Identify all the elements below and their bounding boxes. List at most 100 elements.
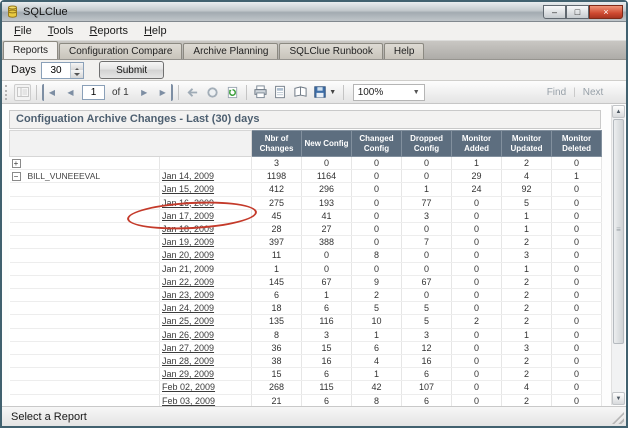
cell-value: 107 [402, 381, 452, 394]
scroll-down-icon[interactable]: ▼ [612, 392, 625, 405]
cell-value: 0 [352, 183, 402, 196]
menu-help[interactable]: Help [136, 23, 175, 39]
cell-value: 24 [452, 183, 502, 196]
page-setup-icon[interactable] [292, 84, 309, 101]
cell-value: 0 [552, 209, 602, 222]
export-dropdown-arrow-icon[interactable]: ▼ [329, 89, 336, 96]
date-link[interactable]: Jan 19, 2009 [162, 237, 214, 247]
server-name [26, 341, 160, 354]
tab-configuration-compare[interactable]: Configuration Compare [59, 43, 182, 59]
document-map-icon[interactable] [14, 84, 31, 101]
date-link[interactable]: Jan 29, 2009 [162, 369, 214, 379]
cell-value: 11 [252, 249, 302, 262]
tab-reports[interactable]: Reports [3, 41, 58, 59]
cell-value: 0 [452, 341, 502, 354]
find-link[interactable]: Find [543, 87, 570, 98]
table-row: Jan 26, 20098313010 [10, 328, 602, 341]
cell-value: 0 [402, 289, 452, 302]
cell-value: 0 [552, 315, 602, 328]
date-cell: Jan 18, 2009 [160, 223, 252, 236]
days-input[interactable] [42, 63, 70, 78]
submit-button[interactable]: Submit [99, 61, 164, 79]
date-link[interactable]: Jan 16, 2009 [162, 198, 214, 208]
menu-reports[interactable]: Reports [81, 23, 136, 39]
report-table: Nbr of ChangesNew ConfigChanged ConfigDr… [9, 130, 602, 406]
table-row: −BILL_VUNEEEVALJan 14, 20091198116400294… [10, 170, 602, 183]
cell-value: 77 [402, 196, 452, 209]
date-link[interactable]: Jan 26, 2009 [162, 330, 214, 340]
first-page-button[interactable]: ◀ [42, 84, 59, 101]
scroll-up-icon[interactable]: ▲ [612, 105, 625, 118]
next-link[interactable]: Next [579, 87, 608, 98]
scrollbar-thumb[interactable] [613, 119, 624, 344]
print-icon[interactable] [252, 84, 269, 101]
cell-value: 9 [352, 275, 402, 288]
date-link[interactable]: Feb 02, 2009 [162, 382, 215, 392]
server-name [26, 289, 160, 302]
cell-value: 145 [252, 275, 302, 288]
database-icon [7, 5, 18, 18]
export-save-icon[interactable]: ▼ [312, 84, 338, 101]
date-link[interactable]: Jan 15, 2009 [162, 184, 214, 194]
page-number-input[interactable] [82, 85, 105, 100]
back-button[interactable] [184, 84, 201, 101]
cell-value: 2 [452, 315, 502, 328]
cell-value: 3 [302, 328, 352, 341]
cell-value: 8 [352, 394, 402, 406]
collapse-icon[interactable]: − [12, 172, 21, 181]
next-page-button[interactable]: ▶ [136, 84, 153, 101]
expand-cell [10, 381, 26, 394]
page-count-label: of 1 [112, 87, 129, 98]
refresh-icon[interactable] [224, 84, 241, 101]
resize-grip-icon[interactable] [612, 412, 624, 424]
tab-help[interactable]: Help [384, 43, 425, 59]
spinner-down-icon[interactable] [71, 70, 83, 78]
cell-value: 1164 [302, 170, 352, 183]
cell-value: 2 [502, 157, 552, 170]
date-link[interactable]: Jan 18, 2009 [162, 224, 214, 234]
date-link[interactable]: Jan 23, 2009 [162, 290, 214, 300]
date-link[interactable]: Jan 17, 2009 [162, 211, 214, 221]
expand-icon[interactable]: + [12, 159, 21, 168]
date-link[interactable]: Jan 22, 2009 [162, 277, 214, 287]
vertical-scrollbar[interactable]: ▲ ▼ [611, 105, 625, 405]
cell-value: 0 [452, 275, 502, 288]
tab-sqlclue-runbook[interactable]: SQLClue Runbook [279, 43, 382, 59]
menu-file[interactable]: File [6, 23, 40, 39]
close-button[interactable]: × [589, 5, 623, 19]
find-input[interactable] [468, 85, 540, 100]
print-layout-icon[interactable] [272, 84, 289, 101]
previous-page-button[interactable]: ◀ [62, 84, 79, 101]
cell-value: 41 [302, 209, 352, 222]
minimize-button[interactable]: – [543, 5, 566, 19]
date-link[interactable]: Jan 25, 2009 [162, 316, 214, 326]
cell-value: 1198 [252, 170, 302, 183]
server-name [26, 394, 160, 406]
expand-cell [10, 341, 26, 354]
cell-value: 0 [302, 157, 352, 170]
date-link[interactable]: Jan 20, 2009 [162, 250, 214, 260]
cell-value: 0 [402, 223, 452, 236]
maximize-button[interactable]: □ [566, 5, 589, 19]
menu-tools[interactable]: Tools [40, 23, 82, 39]
zoom-select[interactable]: 100% ▼ [353, 84, 425, 101]
cell-value: 4 [502, 381, 552, 394]
table-header-row: Nbr of ChangesNew ConfigChanged ConfigDr… [10, 131, 602, 157]
cell-value: 16 [402, 355, 452, 368]
tab-archive-planning[interactable]: Archive Planning [183, 43, 278, 59]
cell-value: 6 [352, 341, 402, 354]
date-cell: Jan 25, 2009 [160, 315, 252, 328]
cell-value: 0 [402, 170, 452, 183]
date-link[interactable]: Jan 28, 2009 [162, 356, 214, 366]
cell-value: 0 [552, 341, 602, 354]
cell-value: 8 [252, 328, 302, 341]
last-page-button[interactable]: ▶ [156, 84, 173, 101]
cell-value: 3 [502, 341, 552, 354]
date-link[interactable]: Jan 24, 2009 [162, 303, 214, 313]
spinner-up-icon[interactable] [71, 63, 83, 71]
date-link[interactable]: Jan 27, 2009 [162, 343, 214, 353]
date-link[interactable]: Jan 14, 2009 [162, 171, 214, 181]
date-link[interactable]: Feb 03, 2009 [162, 396, 215, 406]
stop-button[interactable] [204, 84, 221, 101]
expand-cell [10, 223, 26, 236]
